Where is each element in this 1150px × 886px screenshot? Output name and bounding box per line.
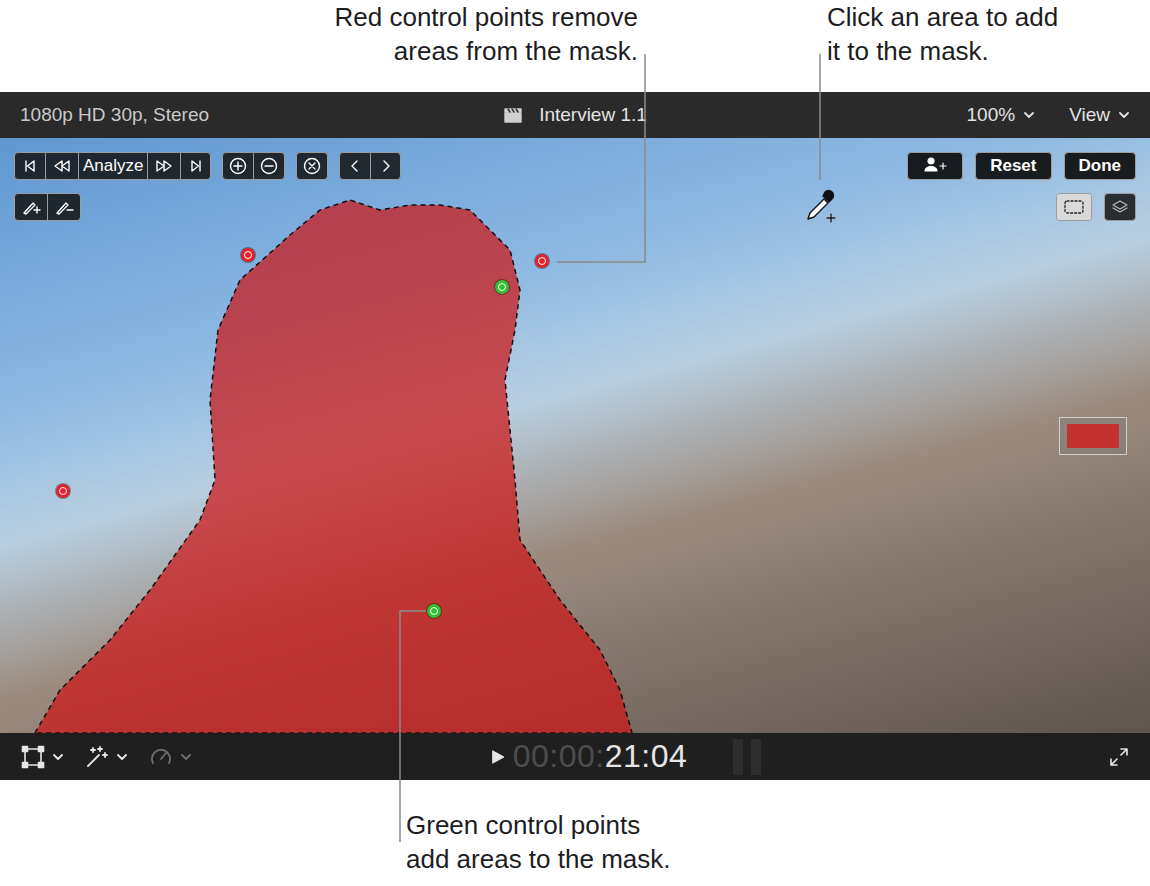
fullscreen-icon[interactable] bbox=[1108, 746, 1130, 768]
clip-title: Interview 1.1 bbox=[503, 104, 647, 126]
clapperboard-icon bbox=[503, 106, 523, 124]
eyedropper-icon bbox=[803, 188, 837, 226]
rewind-icon bbox=[52, 158, 72, 174]
retime-tool bbox=[148, 744, 192, 770]
add-area-callout: Click an area to addit to the mask. bbox=[827, 0, 1127, 68]
speed-gauge-icon bbox=[148, 744, 174, 770]
plus-circle-icon bbox=[229, 157, 247, 175]
remove-callout: Red control points removeareas from the … bbox=[0, 0, 638, 68]
go-to-end-button[interactable] bbox=[180, 153, 210, 179]
remove-point-button[interactable] bbox=[253, 153, 284, 179]
x-circle-icon bbox=[303, 157, 321, 175]
timecode: 00:00:21:04 bbox=[513, 738, 688, 775]
clear-points-button[interactable] bbox=[297, 153, 327, 179]
skip-end-icon bbox=[188, 158, 204, 174]
next-point-button[interactable] bbox=[370, 153, 400, 179]
point-mode-group bbox=[222, 152, 285, 180]
brush-remove-icon bbox=[54, 199, 74, 215]
enhance-tool[interactable] bbox=[84, 744, 128, 770]
person-add-icon bbox=[922, 156, 948, 172]
brush-group bbox=[14, 193, 81, 221]
view-mode-toggle bbox=[1104, 193, 1136, 221]
clear-group bbox=[296, 152, 328, 180]
audio-meters bbox=[733, 739, 761, 775]
chevron-down-icon bbox=[1118, 109, 1130, 121]
brush-add-button[interactable] bbox=[15, 194, 47, 220]
add-person-button[interactable] bbox=[907, 152, 963, 180]
previous-point-button[interactable] bbox=[340, 153, 370, 179]
mask-preview bbox=[1059, 417, 1127, 455]
remove-control-point[interactable] bbox=[535, 254, 549, 268]
layers-icon bbox=[1111, 199, 1129, 215]
brush-remove-button[interactable] bbox=[47, 194, 80, 220]
format-label: 1080p HD 30p, Stereo bbox=[20, 104, 503, 126]
leader-lines bbox=[0, 0, 1150, 886]
skip-start-icon bbox=[22, 158, 38, 174]
done-button[interactable]: Done bbox=[1064, 152, 1137, 180]
analyze-button[interactable]: Analyze bbox=[78, 153, 147, 179]
chevron-left-icon bbox=[347, 158, 363, 174]
step-forward-button[interactable] bbox=[147, 153, 180, 179]
viewer: 1080p HD 30p, StereoInterview 1.1 100% Vie… bbox=[0, 92, 1150, 780]
transform-tool[interactable] bbox=[20, 744, 64, 770]
step-back-button[interactable] bbox=[45, 153, 78, 179]
view-menu[interactable]: View bbox=[1069, 104, 1130, 126]
navigate-group bbox=[339, 152, 401, 180]
transport-group: Analyze bbox=[14, 152, 211, 180]
page: Red control points removeareas from the … bbox=[0, 0, 1150, 886]
top-callouts: Red control points removeareas from the … bbox=[0, 0, 1150, 92]
add-callout: Green control pointsadd areas to the mas… bbox=[406, 808, 806, 876]
magic-wand-icon bbox=[84, 744, 110, 770]
zoom-menu[interactable]: 100% bbox=[967, 104, 1036, 126]
viewer-header: 1080p HD 30p, StereoInterview 1.1 100% Vie… bbox=[0, 92, 1150, 138]
bottom-bar: 00:00:21:04 bbox=[0, 733, 1150, 780]
video-frame[interactable]: Analyze Reset Done bbox=[0, 138, 1150, 733]
mask-view-button[interactable] bbox=[1057, 194, 1091, 220]
eyedropper-cursor bbox=[803, 188, 837, 226]
chevron-down-icon bbox=[116, 751, 128, 763]
mask-overlay bbox=[0, 138, 1150, 733]
brush-add-icon bbox=[21, 199, 41, 215]
remove-control-point[interactable] bbox=[241, 248, 255, 262]
remove-control-point[interactable] bbox=[56, 484, 70, 498]
chevron-down-icon bbox=[180, 751, 192, 763]
chevron-down-icon bbox=[1023, 109, 1035, 121]
chevron-down-icon bbox=[52, 751, 64, 763]
view-mode-toggle bbox=[1056, 193, 1092, 221]
fast-forward-icon bbox=[154, 158, 174, 174]
layers-view-button[interactable] bbox=[1105, 194, 1135, 220]
go-to-start-button[interactable] bbox=[15, 153, 45, 179]
play-icon bbox=[489, 747, 507, 767]
reset-button[interactable]: Reset bbox=[975, 152, 1051, 180]
transform-icon bbox=[20, 744, 46, 770]
chevron-right-icon bbox=[378, 158, 394, 174]
add-control-point[interactable] bbox=[427, 604, 441, 618]
minus-circle-icon bbox=[260, 157, 278, 175]
add-point-button[interactable] bbox=[223, 153, 253, 179]
dashed-rect-icon bbox=[1063, 199, 1085, 215]
add-control-point[interactable] bbox=[495, 280, 509, 294]
